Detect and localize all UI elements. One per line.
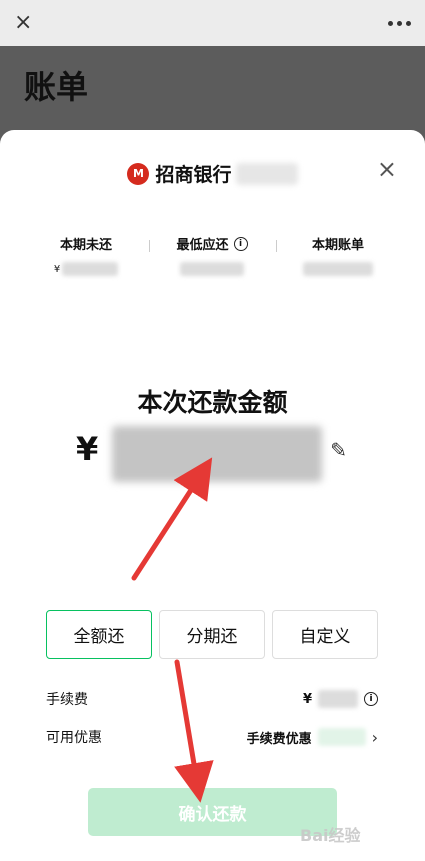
masked-fee bbox=[318, 690, 358, 708]
close-icon[interactable]: × bbox=[14, 12, 32, 34]
masked-discount bbox=[317, 728, 366, 746]
currency-symbol: ¥ bbox=[76, 430, 99, 468]
masked-card-number bbox=[235, 162, 298, 185]
masked-payment-amount[interactable] bbox=[112, 426, 323, 482]
fee-value: ¥ i bbox=[303, 690, 378, 708]
fee-row: 手续费 ¥ i bbox=[46, 687, 378, 711]
chevron-right-icon[interactable]: › bbox=[372, 728, 378, 747]
bill-stats: 本期未还 ¥ 最低应还 i 本期账单 bbox=[0, 234, 425, 284]
repayment-options: 全额还 分期还 自定义 bbox=[46, 610, 378, 659]
masked-amount bbox=[180, 262, 244, 276]
stat-value: ¥ bbox=[16, 261, 156, 277]
bank-logo-icon: M bbox=[127, 162, 150, 185]
sheet-close-icon[interactable]: × bbox=[377, 157, 397, 181]
payment-amount-title: 本次还款金额 bbox=[137, 388, 288, 417]
stat-label: 最低应还 i bbox=[142, 234, 282, 253]
stat-current-bill: 本期账单 bbox=[268, 234, 408, 277]
stat-current-unpaid: 本期未还 ¥ bbox=[16, 234, 156, 277]
stat-label: 本期未还 bbox=[59, 238, 112, 253]
stat-label: 本期账单 bbox=[311, 238, 364, 253]
discount-row[interactable]: 可用优惠 手续费优惠 › bbox=[46, 725, 378, 749]
bank-header: M 招商银行 bbox=[0, 160, 425, 187]
discount-text: 手续费优惠 bbox=[246, 731, 312, 747]
stat-label-text: 最低应还 bbox=[176, 238, 229, 253]
page-title: 账单 bbox=[24, 68, 89, 106]
info-icon[interactable]: i bbox=[364, 692, 378, 706]
stat-value bbox=[268, 261, 408, 277]
masked-amount bbox=[62, 262, 119, 276]
discount-label: 可用优惠 bbox=[46, 730, 102, 746]
repayment-sheet: M 招商银行 × 本期未还 ¥ 最低应还 i 本期账单 本次还款金额 ¥ ✎ 全… bbox=[0, 130, 425, 861]
fee-label: 手续费 bbox=[46, 692, 88, 708]
stat-value bbox=[142, 261, 282, 277]
info-icon[interactable]: i bbox=[233, 236, 248, 251]
option-installment[interactable]: 分期还 bbox=[159, 610, 265, 659]
more-dots-icon[interactable] bbox=[388, 20, 411, 26]
currency-symbol: ¥ bbox=[53, 263, 61, 275]
bank-name: 招商银行 bbox=[155, 164, 232, 186]
masked-amount bbox=[303, 262, 373, 276]
top-bar: × bbox=[0, 0, 425, 46]
edit-pencil-icon[interactable]: ✎ bbox=[330, 438, 347, 462]
watermark: Bai经验 bbox=[300, 826, 361, 845]
discount-value: 手续费优惠 › bbox=[247, 728, 378, 747]
stat-minimum-due[interactable]: 最低应还 i bbox=[142, 234, 282, 277]
option-full-repay[interactable]: 全额还 bbox=[46, 610, 152, 659]
currency-symbol: ¥ bbox=[302, 691, 312, 707]
payment-amount: ¥ ✎ bbox=[76, 426, 347, 506]
option-custom[interactable]: 自定义 bbox=[272, 610, 378, 659]
